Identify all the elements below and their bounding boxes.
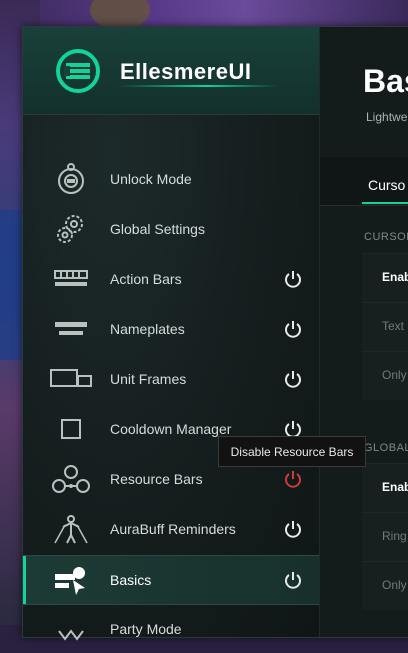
party-mode-icon <box>49 609 93 649</box>
sidebar-item-label: Unlock Mode <box>110 171 192 187</box>
tooltip: Disable Resource Bars <box>218 436 366 467</box>
sidebar: EllesmereUI Unlock Mode Global Settings <box>23 27 320 641</box>
setting-row[interactable]: Text <box>362 302 408 351</box>
resource-bars-icon <box>49 459 93 499</box>
power-toggle-icon[interactable] <box>283 269 303 289</box>
active-tab-underline <box>362 202 408 204</box>
app-name: EllesmereUI <box>120 59 252 84</box>
lock-icon <box>49 159 93 199</box>
setting-label: Ring <box>382 529 407 543</box>
power-toggle-icon[interactable] <box>283 519 303 539</box>
power-toggle-icon[interactable] <box>283 369 303 389</box>
sidebar-item-label: Action Bars <box>110 271 182 287</box>
unit-frames-icon <box>49 359 93 399</box>
setting-row[interactable]: Only <box>362 561 408 610</box>
power-toggle-icon[interactable] <box>283 570 303 590</box>
sidebar-item-global-settings[interactable]: Global Settings <box>23 205 319 253</box>
cooldown-icon <box>49 409 93 449</box>
sidebar-item-nameplates[interactable]: Nameplates <box>23 305 319 353</box>
sidebar-item-basics[interactable]: Basics <box>23 555 319 605</box>
setting-row[interactable]: Enab <box>362 253 408 302</box>
sidebar-item-action-bars[interactable]: Action Bars <box>23 255 319 303</box>
setting-row[interactable]: Only <box>362 351 408 400</box>
sidebar-item-party-mode[interactable]: Party Mode <box>23 605 319 653</box>
sidebar-item-label: Nameplates <box>110 321 185 337</box>
sidebar-item-aurabuff-reminders[interactable]: AuraBuff Reminders <box>23 505 319 553</box>
tab-cursor[interactable]: Curso <box>368 177 405 193</box>
setting-row[interactable]: Ring <box>362 512 408 561</box>
aura-icon <box>49 509 93 549</box>
setting-label: Enab <box>382 270 408 284</box>
page-subtitle: Lightwe <box>366 110 408 124</box>
ellesmere-logo-icon <box>56 49 100 93</box>
active-indicator <box>23 556 26 604</box>
setting-row[interactable]: Enab <box>362 463 408 512</box>
power-toggle-icon[interactable] <box>283 319 303 339</box>
action-bars-icon <box>49 259 93 299</box>
logo-header: EllesmereUI <box>23 27 319 115</box>
setting-label: Only <box>382 578 407 592</box>
sidebar-item-label: Basics <box>110 572 152 588</box>
page-title: Bas <box>363 63 408 99</box>
gears-icon <box>49 209 93 249</box>
setting-label: Enab <box>382 480 408 494</box>
logo-underline-glow <box>118 85 278 87</box>
sidebar-item-label: AuraBuff Reminders <box>110 521 236 537</box>
setting-label: Text <box>382 319 405 333</box>
sidebar-item-label: Party Mode <box>110 621 182 637</box>
section-label-cursor: CURSOR <box>364 231 408 243</box>
sidebar-item-label: Cooldown Manager <box>110 421 232 437</box>
section-label-global: GLOBAL <box>364 442 408 454</box>
sidebar-item-unit-frames[interactable]: Unit Frames <box>23 355 319 403</box>
sidebar-item-unlock-mode[interactable]: Unlock Mode <box>23 155 319 203</box>
ellesmereui-window: EllesmereUI Unlock Mode Global Settings <box>22 26 408 641</box>
power-toggle-icon[interactable] <box>283 469 303 489</box>
sidebar-item-label: Unit Frames <box>110 371 187 387</box>
sidebar-item-label: Resource Bars <box>110 471 203 487</box>
basics-icon <box>49 560 93 600</box>
nameplates-icon <box>49 309 93 349</box>
setting-label: Only <box>382 368 407 382</box>
main-panel: Bas Lightwe Curso CURSOR Enab Text Only … <box>320 27 408 637</box>
sidebar-item-label: Global Settings <box>110 221 205 237</box>
